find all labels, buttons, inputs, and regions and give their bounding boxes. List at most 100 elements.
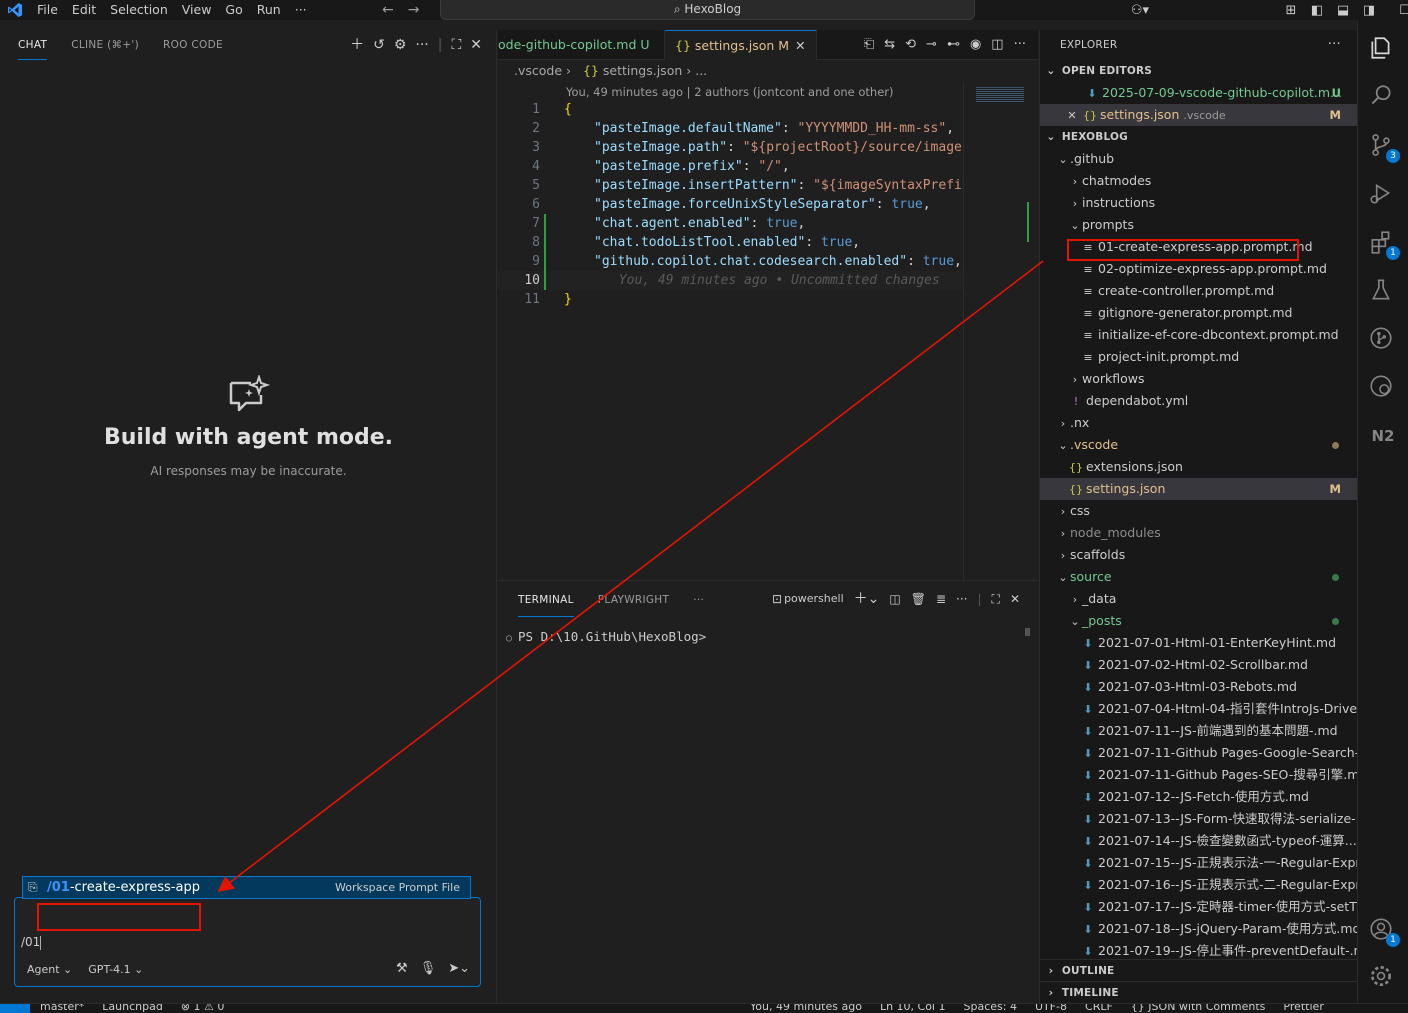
trash-icon[interactable]: 🗑: [911, 581, 926, 617]
chevron-down-icon[interactable]: ⌄: [1056, 149, 1070, 170]
chevron-right-icon[interactable]: ›: [1068, 193, 1082, 214]
maximize-panel-icon[interactable]: ⛶: [451, 30, 461, 60]
previous-change-icon[interactable]: ⊸: [926, 30, 937, 60]
remote-indicator-icon[interactable]: [0, 1004, 30, 1013]
tree-file[interactable]: ≡ 02-optimize-express-app.prompt.md: [1040, 258, 1357, 280]
menu-item[interactable]: Go: [218, 0, 249, 20]
split-editor-icon[interactable]: ◫: [991, 30, 1003, 60]
tree-file[interactable]: ≡ project-init.prompt.md: [1040, 346, 1357, 368]
git-graph-icon[interactable]: [1368, 325, 1398, 355]
code-line[interactable]: 9 "github.copilot.chat.codesearch.enabled…: [498, 252, 963, 271]
code-line[interactable]: 11}: [498, 290, 963, 309]
tab-roo-code[interactable]: ROO CODE: [163, 30, 223, 60]
minimap[interactable]: [963, 82, 1038, 580]
tree-file[interactable]: ⬇ 2021-07-18--JS-jQuery-Param-使用方式.md: [1040, 918, 1357, 940]
open-editors-header[interactable]: ⌄ OPEN EDITORS: [1040, 60, 1357, 82]
status-item[interactable]: Spaces: 4: [964, 1004, 1017, 1013]
more-icon[interactable]: ···: [1014, 30, 1026, 60]
chevron-right-icon[interactable]: ›: [1068, 369, 1082, 390]
timeline-icon[interactable]: ◉: [970, 30, 981, 60]
extensions-icon[interactable]: 1: [1368, 229, 1400, 260]
tree-file[interactable]: ⬇ 2021-07-12--JS-Fetch-使用方式.md: [1040, 786, 1357, 808]
code-line[interactable]: 2 "pasteImage.defaultName": "YYYYMMDD_HH-…: [498, 119, 963, 138]
chevron-right-icon[interactable]: ›: [1056, 501, 1070, 522]
tree-file[interactable]: ⬇ 2021-07-13--JS-Form-快速取得法-serialize-...: [1040, 808, 1357, 830]
menu-item[interactable]: File: [30, 0, 65, 20]
revert-icon[interactable]: ⟲: [905, 30, 916, 60]
prompt-suggestion[interactable]: ⎘ /01-create-express-app Workspace Promp…: [22, 876, 471, 899]
model-picker[interactable]: GPT-4.1 ⌄: [88, 963, 143, 976]
forward-arrow-icon[interactable]: →: [408, 0, 420, 20]
tree-file[interactable]: ⬇ 2021-07-14--JS-檢查變數函式-typeof-運算...: [1040, 830, 1357, 852]
tree-file[interactable]: ⬇ 2021-07-02-Html-02-Scrollbar.md: [1040, 654, 1357, 676]
terminal-scrollbar[interactable]: [1025, 628, 1030, 636]
testing-flask-icon[interactable]: [1368, 277, 1398, 307]
git-blame-lens[interactable]: You, 49 minutes ago | 2 authors (jontcon…: [566, 85, 894, 99]
back-arrow-icon[interactable]: ←: [382, 0, 394, 20]
tree-folder[interactable]: › chatmodes: [1040, 170, 1357, 192]
maximize-icon[interactable]: ☐: [1382, 3, 1408, 18]
chevron-down-icon[interactable]: ⌄: [1068, 611, 1082, 632]
code-line[interactable]: 5 "pasteImage.insertPattern": "${imageSyn…: [498, 176, 963, 195]
tree-file[interactable]: ⬇ 2021-07-01-Html-01-EnterKeyHint.md: [1040, 632, 1357, 654]
breadcrumb-folder[interactable]: .vscode: [514, 63, 562, 78]
menu-item[interactable]: Edit: [65, 0, 103, 20]
search-icon[interactable]: [1368, 83, 1398, 113]
attach-icon[interactable]: ⎘: [28, 880, 38, 895]
tree-file[interactable]: ⬇ 2021-07-11-Github Pages-SEO-搜尋引擎.md: [1040, 764, 1357, 786]
tree-folder[interactable]: › _data: [1040, 588, 1357, 610]
status-item[interactable]: You, 49 minutes ago: [750, 1004, 862, 1013]
tab-cline[interactable]: CLINE (⌘+'): [71, 30, 139, 60]
toggle-primary-sidebar-icon[interactable]: ◧: [1304, 3, 1330, 18]
tree-folder[interactable]: › instructions: [1040, 192, 1357, 214]
tree-file[interactable]: ⬇ 2021-07-11--JS-前端遇到的基本問題-.md: [1040, 720, 1357, 742]
close-tab-icon[interactable]: ✕: [795, 38, 805, 53]
tree-file[interactable]: ≡ initialize-ef-core-dbcontext.prompt.md: [1040, 324, 1357, 346]
send-icon[interactable]: ➤⌄: [448, 961, 470, 976]
chevron-right-icon[interactable]: ›: [1068, 171, 1082, 192]
tab-settings-json[interactable]: {} settings.json M ✕: [665, 30, 817, 60]
tree-file[interactable]: ⬇ 2021-07-11-Github Pages-Google-Search-C…: [1040, 742, 1357, 764]
code-line[interactable]: 4 "pasteImage.prefix": "/",: [498, 157, 963, 176]
new-terminal-icon[interactable]: ＋⌄: [854, 581, 880, 617]
status-item[interactable]: CRLF: [1085, 1004, 1113, 1013]
run-debug-icon[interactable]: [1368, 180, 1398, 210]
close-icon[interactable]: ✕: [470, 30, 482, 60]
split-terminal-icon[interactable]: ◫: [889, 581, 900, 617]
nx-console-icon[interactable]: N2: [1368, 421, 1398, 451]
tree-file[interactable]: {} settings.json M: [1040, 478, 1357, 500]
more-icon[interactable]: ···: [415, 30, 428, 60]
tree-file[interactable]: ⬇ 2021-07-15--JS-正規表示法-一-Regular-Expr...: [1040, 852, 1357, 874]
breadcrumb-symbol[interactable]: ...: [695, 63, 707, 78]
explorer-icon[interactable]: [1368, 35, 1398, 65]
menu-item[interactable]: Selection: [103, 0, 175, 20]
timeline-header[interactable]: › TIMELINE: [1040, 981, 1358, 1003]
toggle-panel-icon[interactable]: ⬓: [1330, 3, 1356, 18]
tree-folder[interactable]: › .nx: [1040, 412, 1357, 434]
code-line[interactable]: 3 "pasteImage.path": "${projectRoot}/sour…: [498, 138, 963, 157]
tree-folder[interactable]: ⌄ .vscode: [1040, 434, 1357, 456]
status-item[interactable]: Prettier: [1283, 1004, 1323, 1013]
tree-folder[interactable]: ⌄ prompts: [1040, 214, 1357, 236]
tree-file[interactable]: ≡ create-controller.prompt.md: [1040, 280, 1357, 302]
tab-copilot-md[interactable]: ode-github-copilot.md U: [498, 30, 665, 60]
gitlens-icon[interactable]: [1368, 373, 1398, 403]
maximize-panel-icon[interactable]: ⛶: [992, 581, 1000, 617]
chevron-right-icon[interactable]: ›: [1056, 523, 1070, 544]
outline-header[interactable]: › OUTLINE: [1040, 959, 1358, 981]
chevron-down-icon[interactable]: ⌄: [1068, 215, 1082, 236]
status-item[interactable]: {} JSON with Comments: [1131, 1004, 1266, 1013]
history-icon[interactable]: ↺: [373, 30, 385, 60]
code-line[interactable]: 1{: [498, 100, 963, 119]
compare-changes-icon[interactable]: ⇆: [884, 30, 895, 60]
code-line[interactable]: 6 "pasteImage.forceUnixStyleSeparator": t…: [498, 195, 963, 214]
clear-icon[interactable]: ≣: [936, 581, 946, 617]
chevron-right-icon[interactable]: ›: [1056, 545, 1070, 566]
microphone-icon[interactable]: 🎙: [420, 961, 437, 976]
toggle-secondary-sidebar-icon[interactable]: ◨: [1356, 3, 1382, 18]
next-change-icon[interactable]: ⊷: [947, 30, 960, 60]
chat-input-text[interactable]: /01: [21, 935, 42, 950]
close-icon[interactable]: ✕: [1064, 105, 1080, 126]
tree-folder[interactable]: ⌄ source: [1040, 566, 1357, 588]
menu-item[interactable]: Run: [250, 0, 288, 20]
